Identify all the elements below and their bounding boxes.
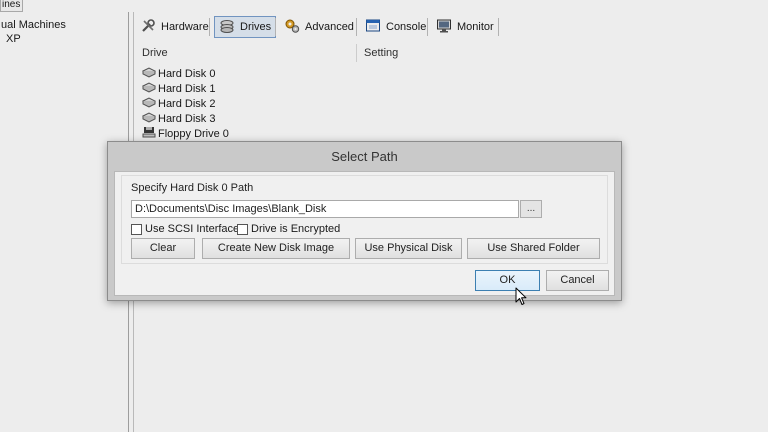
dialog-body: Specify Hard Disk 0 Path ... Use SCSI In… bbox=[114, 171, 615, 296]
encrypted-checkbox-label: Drive is Encrypted bbox=[251, 223, 341, 235]
create-new-disk-image-button[interactable]: Create New Disk Image bbox=[202, 238, 350, 259]
use-physical-disk-button[interactable]: Use Physical Disk bbox=[355, 238, 462, 259]
scsi-checkbox-label: Use SCSI Interface bbox=[145, 223, 240, 235]
use-shared-folder-button[interactable]: Use Shared Folder bbox=[467, 238, 600, 259]
path-label: Specify Hard Disk 0 Path bbox=[131, 182, 254, 194]
mouse-cursor-icon bbox=[515, 287, 527, 309]
clear-button[interactable]: Clear bbox=[131, 238, 195, 259]
checkbox-box[interactable] bbox=[237, 223, 248, 235]
path-input[interactable] bbox=[131, 200, 519, 218]
dialog-title[interactable]: Select Path bbox=[108, 142, 621, 171]
path-group: Specify Hard Disk 0 Path ... Use SCSI In… bbox=[121, 175, 608, 264]
encrypted-checkbox[interactable]: Drive is Encrypted bbox=[237, 223, 340, 235]
checkbox-box[interactable] bbox=[131, 223, 142, 235]
scsi-checkbox[interactable]: Use SCSI Interface bbox=[131, 223, 239, 235]
ok-button[interactable]: OK bbox=[475, 270, 540, 291]
browse-button[interactable]: ... bbox=[520, 200, 542, 218]
select-path-dialog: Select Path Specify Hard Disk 0 Path ...… bbox=[107, 141, 622, 301]
cancel-button[interactable]: Cancel bbox=[546, 270, 609, 291]
